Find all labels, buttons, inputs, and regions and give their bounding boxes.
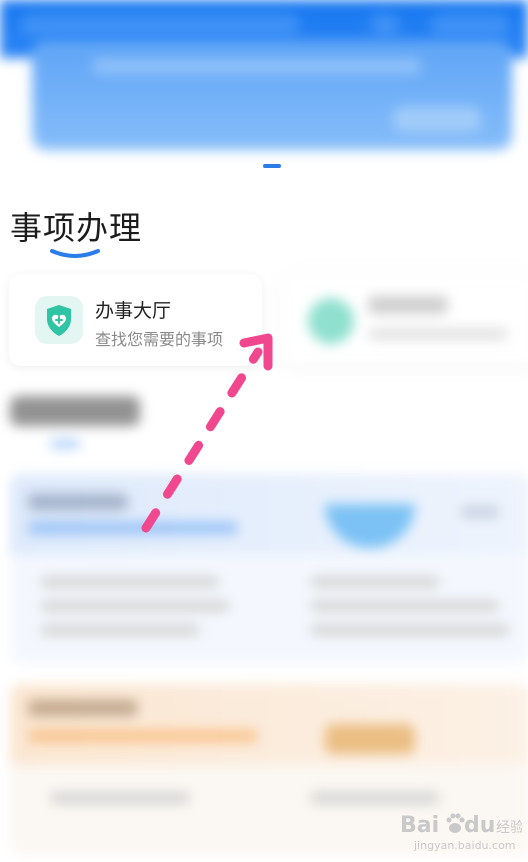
arrow-shaft (141, 347, 263, 533)
baidu-watermark: Bai du 经验 jingyan.baidu.com (400, 813, 522, 852)
pink-arrow-annotation (141, 333, 273, 533)
watermark-url: jingyan.baidu.com (413, 839, 516, 852)
watermark-brand: Bai (400, 813, 439, 838)
watermark-brand-2: du (464, 813, 495, 838)
paw-icon (446, 813, 465, 833)
watermark-suffix: 经验 (496, 820, 522, 836)
